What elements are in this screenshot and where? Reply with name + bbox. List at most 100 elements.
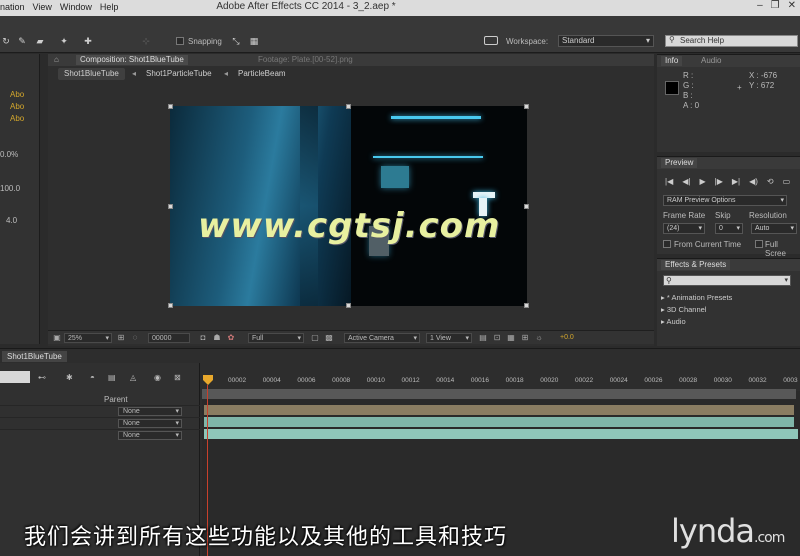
search-help-input[interactable]: ⚲ Search Help [665,35,798,47]
pin-tool-icon[interactable]: ✚ [82,36,94,46]
audio-icon[interactable]: ◀) [749,177,758,186]
show-snapshot-icon[interactable]: ☗ [212,333,222,343]
channel-icon[interactable]: ✿ [226,333,236,343]
timecode-field[interactable]: 00000 [148,333,190,343]
work-area-bar[interactable] [202,389,796,399]
parent-column-header: Parent [104,395,128,404]
camera-icon[interactable] [484,36,498,45]
transform-handle[interactable] [524,204,529,209]
time-ruler[interactable]: 00002 00004 00006 00008 00010 00012 00014 00016… [202,375,800,389]
rotate-tool-icon[interactable]: ↻ [0,36,12,46]
from-current-time-checkbox[interactable] [663,240,671,248]
info-red: R : [683,71,694,80]
tree-item[interactable]: ▸ * Animation Presets [661,293,732,302]
breadcrumb-item[interactable]: ParticleBeam [232,68,292,80]
pen-tool-icon[interactable]: ✎ [16,36,28,46]
previous-frame-icon[interactable]: ◀| [682,177,690,186]
snapping-checkbox[interactable] [176,37,184,45]
panel-value[interactable]: 0.0% [0,150,18,159]
frame-rate-select[interactable]: (24) [663,223,705,234]
play-icon[interactable]: ▶ [699,177,705,186]
timeline-icon[interactable]: ▦ [506,333,516,343]
comp-mini-flowchart-icon[interactable]: ✱ [66,373,73,382]
zoom-select[interactable]: 25% [64,333,112,344]
maximize-button[interactable]: ❐ [771,0,780,11]
motion-blur-icon[interactable]: ◉ [154,373,161,382]
transparency-grid-icon[interactable]: ▩ [324,333,334,343]
full-screen-checkbox[interactable] [755,240,763,248]
next-frame-icon[interactable]: |▶ [715,177,723,186]
safe-zones-icon[interactable]: ⊞ [116,333,126,343]
transform-handle[interactable] [524,303,529,308]
region-icon[interactable]: ▢ [310,333,320,343]
layer-bar[interactable] [204,405,794,415]
transform-handle[interactable] [168,204,173,209]
lynda-logo: lynda.com [671,512,785,550]
close-button[interactable]: ✕ [788,0,796,11]
last-frame-icon[interactable]: ▶| [732,177,740,186]
workspace-select[interactable]: Standard [558,35,654,47]
transform-handle[interactable] [168,303,173,308]
minimize-button[interactable]: – [757,0,763,11]
parent-select[interactable]: None [118,407,182,416]
fast-preview-icon[interactable]: ⊡ [492,333,502,343]
search-layers-icon[interactable]: ⊷ [38,373,46,382]
toggle-pixel-icon[interactable]: ▤ [478,333,488,343]
transform-handle[interactable] [346,104,351,109]
skip-select[interactable]: 0 [715,223,743,234]
parent-select[interactable]: None [118,431,182,440]
transform-handle[interactable] [346,303,351,308]
resolution-select[interactable]: Full [248,333,304,344]
full-screen-label: Full Scree [765,240,786,258]
layer-row[interactable]: None [0,417,200,429]
tab-composition[interactable]: Composition: Shot1BlueTube [76,55,188,65]
tree-item[interactable]: ▸ Audio [661,317,686,326]
lock-icon[interactable]: ⌂ [50,55,63,65]
camera-select[interactable]: Active Camera [344,333,420,344]
view-layout-select[interactable]: 1 View [426,333,472,344]
eraser-tool-icon[interactable]: ▰ [34,36,46,46]
current-time-field[interactable] [0,371,30,383]
layer-row[interactable]: None [0,429,200,441]
tab-effects-presets[interactable]: Effects & Presets [661,260,731,270]
exposure-value[interactable]: +0.0 [560,333,574,343]
search-help-placeholder: Search Help [680,36,725,45]
frame-blend-icon[interactable]: ◬ [130,373,136,382]
graph-editor-icon[interactable]: ⊠ [174,373,181,382]
resolution-select[interactable]: Auto [751,223,797,234]
loop-icon[interactable]: ⟲ [767,177,774,186]
layer-row[interactable]: None [0,405,200,417]
reset-exposure-icon[interactable]: ☼ [534,333,544,343]
tab-audio[interactable]: Audio [697,56,725,66]
breadcrumb-item[interactable]: Shot1BlueTube [58,68,125,80]
snap-grid-icon[interactable]: ▦ [248,36,260,46]
flowchart-icon[interactable]: ⊞ [520,333,530,343]
snap-options-icon[interactable]: ⤡ [230,36,242,46]
transform-handle[interactable] [524,104,529,109]
tab-preview[interactable]: Preview [661,158,698,168]
always-preview-icon[interactable]: ▣ [52,333,62,343]
first-frame-icon[interactable]: |◀ [665,177,673,186]
puppet-tool-icon[interactable]: ✦ [58,36,70,46]
tab-timeline[interactable]: Shot1BlueTube [2,351,67,362]
transform-handle[interactable] [168,104,173,109]
effects-search-input[interactable] [663,275,791,286]
panel-value[interactable]: 4.0 [6,216,17,225]
layer-bar[interactable] [204,429,798,439]
layer-bar[interactable] [204,417,794,427]
draft-3d-icon[interactable]: ◓ [90,373,95,382]
tab-footage[interactable]: Footage: Plate.[00-52].png [254,55,357,65]
tab-info[interactable]: Info [661,56,683,66]
tree-item[interactable]: ▸ 3D Channel [661,305,706,314]
ram-preview-options-select[interactable]: RAM Preview Options [663,195,787,206]
breadcrumb-item[interactable]: Shot1ParticleTube [140,68,218,80]
parent-select[interactable]: None [118,419,182,428]
ruler-tick: 00020 [540,377,559,384]
mask-toggle-icon[interactable]: ◌ [130,333,140,343]
snapshot-icon[interactable]: ◘ [198,333,208,343]
ram-preview-icon[interactable]: ▭ [783,177,791,186]
shy-icon[interactable]: ▤ [108,373,116,382]
chevron-left-icon: ◂ [132,69,137,78]
panel-value[interactable]: 100.0 [0,184,20,193]
axis-tool-icon[interactable]: ⊹ [140,36,152,46]
